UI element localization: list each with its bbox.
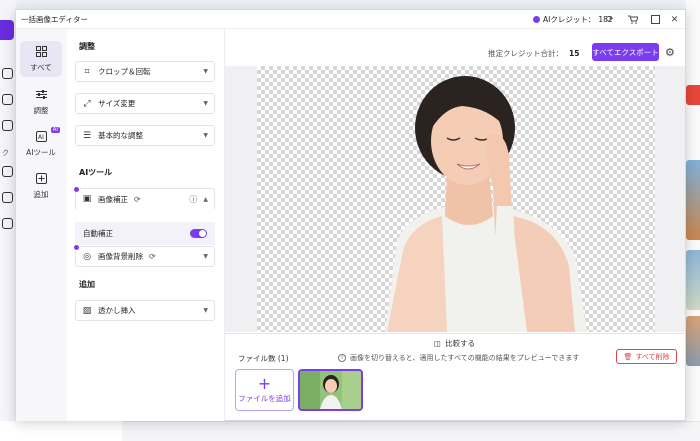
delete-all-label: すべて削除 (635, 352, 670, 361)
portrait-image (385, 76, 587, 332)
refresh-icon[interactable]: ⟳ (134, 195, 183, 204)
estimated-credits-label: 推定クレジット合計： (488, 49, 563, 58)
shapes-icon (2, 166, 13, 177)
resize-icon: ⤢ (83, 98, 91, 109)
image-correction-label: 画像補正 (98, 194, 128, 204)
grid-icon (35, 45, 47, 59)
svg-text:AI: AI (38, 134, 44, 141)
ai-badge: AI (50, 127, 60, 133)
maximize-icon[interactable] (650, 14, 661, 25)
ai-dot-icon (73, 244, 80, 251)
document-icon (2, 120, 13, 131)
gear-icon[interactable]: ⚙ (665, 46, 675, 59)
refresh-icon[interactable]: ⟳ (604, 14, 615, 25)
trash-icon: 🗑 (623, 352, 633, 361)
basic-adjust-label: 基本的な調整 (98, 131, 143, 140)
chevron-down-icon: ▼ (203, 132, 208, 139)
cart-icon[interactable] (627, 14, 638, 25)
compare-label: 比較する (445, 339, 476, 348)
auto-correct-toggle[interactable] (190, 229, 207, 238)
compare-button[interactable]: ◫ 比較する (434, 338, 475, 349)
auto-correct-label: 自動補正 (83, 229, 113, 238)
enhance-icon: ▣ (82, 194, 92, 204)
nav-adjust-label: 調整 (33, 105, 49, 115)
resize-label: サイズ変更 (98, 99, 136, 108)
crop-rotate-dropdown[interactable]: ⌗ クロップ＆回転 ▼ (75, 61, 215, 82)
compare-icon: ◫ (434, 339, 442, 348)
nav-all[interactable]: すべて (20, 41, 62, 77)
ai-dot-icon (73, 186, 80, 193)
nav-ai-tools-label: AIツール (26, 147, 56, 157)
background-sidebar-text: ク (2, 149, 9, 157)
background-thumbnail (686, 316, 700, 366)
nav-adjust[interactable]: 調整 (20, 84, 62, 120)
image-icon: ▨ (82, 305, 92, 316)
file-thumbnail[interactable] (298, 369, 363, 411)
section-ai-heading: AIツール (79, 168, 113, 177)
auto-correct-row: 自動補正 (75, 222, 215, 245)
resize-dropdown[interactable]: ⤢ サイズ変更 ▼ (75, 93, 215, 114)
export-all-button[interactable]: すべてエクスポート (592, 43, 659, 61)
nav-all-label: すべて (30, 62, 52, 72)
chevron-up-icon[interactable]: ▲ (203, 196, 208, 203)
chevron-down-icon: ▼ (203, 100, 208, 107)
screen-icon (2, 218, 13, 229)
bg-remove-icon: ◎ (83, 251, 91, 262)
add-square-icon (35, 172, 47, 186)
chevron-down-icon: ▼ (203, 68, 208, 75)
ai-credit-indicator: AIクレジット： 182 (533, 14, 613, 25)
add-file-label: ファイルを追加 (238, 393, 291, 403)
preview-hint-text: 画像を切り替えると、適用したすべての機能の結果をプレビューできます (350, 354, 580, 362)
batch-image-editor-dialog: 一括画像エディター AIクレジット： 182 ⟳ ✕ すべて 調整 AI AI … (15, 9, 686, 421)
crop-rotate-label: クロップ＆回転 (98, 67, 151, 76)
window-title: 一括画像エディター (21, 15, 88, 24)
image-preview[interactable] (257, 66, 655, 332)
bg-remove-label: 画像背景削除 (98, 252, 143, 261)
nav-add[interactable]: 追加 (20, 168, 62, 204)
category-sidebar: すべて 調整 AI AI AIツール 追加 (16, 29, 67, 421)
credit-icon (533, 16, 540, 23)
chevron-down-icon: ▼ (203, 253, 208, 260)
home-icon (2, 68, 13, 79)
delete-all-button[interactable]: 🗑 すべて削除 (616, 349, 677, 364)
chevron-down-icon: ▼ (203, 307, 208, 314)
ai-icon: AI (35, 130, 47, 144)
app-logo (0, 20, 14, 40)
plus-icon: + (257, 373, 272, 393)
estimated-credits-value: 15 (569, 49, 580, 58)
estimated-credits: 推定クレジット合計： 15 (488, 48, 579, 59)
sliders-icon (35, 89, 47, 102)
background-app-sidebar: ク (0, 0, 16, 441)
sliders-icon: ☰ (82, 130, 92, 141)
section-adjust-heading: 調整 (79, 42, 95, 51)
title-bar: 一括画像エディター AIクレジット： 182 ⟳ ✕ (16, 10, 685, 29)
refresh-icon[interactable]: ⟳ (149, 252, 197, 261)
image-correction-dropdown[interactable]: ▣ 画像補正 ⟳ ⓘ ▲ (73, 186, 215, 209)
tools-panel: 調整 ⌗ クロップ＆回転 ▼ ⤢ サイズ変更 ▼ ☰ 基本的な調整 ▼ AIツー… (67, 29, 225, 421)
nav-add-label: 追加 (33, 189, 49, 199)
info-icon: i (338, 354, 346, 362)
background-bottom-left (0, 421, 122, 441)
image-icon (2, 192, 13, 203)
nav-ai-tools[interactable]: AI AI AIツール (20, 126, 62, 162)
ai-credit-label: AIクレジット： (543, 15, 596, 24)
background-thumbnail (686, 160, 700, 240)
background-thumbnail (686, 85, 700, 105)
close-icon[interactable]: ✕ (669, 14, 680, 25)
watermark-label: 透かし挿入 (98, 306, 136, 315)
crop-icon: ⌗ (84, 66, 90, 77)
watermark-dropdown[interactable]: ▨ 透かし挿入 ▼ (75, 300, 215, 321)
info-icon[interactable]: ⓘ (189, 194, 197, 205)
thumbnail-image (300, 371, 361, 409)
file-count: ファイル数 (1) (238, 354, 289, 363)
bg-remove-dropdown[interactable]: ◎ 画像背景削除 ⟳ ▼ (73, 244, 215, 267)
background-thumbnail (686, 250, 700, 310)
section-add-heading: 追加 (79, 280, 95, 289)
main-preview-area: 推定クレジット合計： 15 すべてエクスポート ⚙ ◫ 比較する ファイル数 (… (225, 29, 685, 421)
divider (225, 333, 685, 334)
add-file-button[interactable]: + ファイルを追加 (235, 369, 294, 411)
basic-adjust-dropdown[interactable]: ☰ 基本的な調整 ▼ (75, 125, 215, 146)
preview-hint: i 画像を切り替えると、適用したすべての機能の結果をプレビューできます (338, 353, 579, 363)
toolbox-icon (2, 94, 13, 105)
